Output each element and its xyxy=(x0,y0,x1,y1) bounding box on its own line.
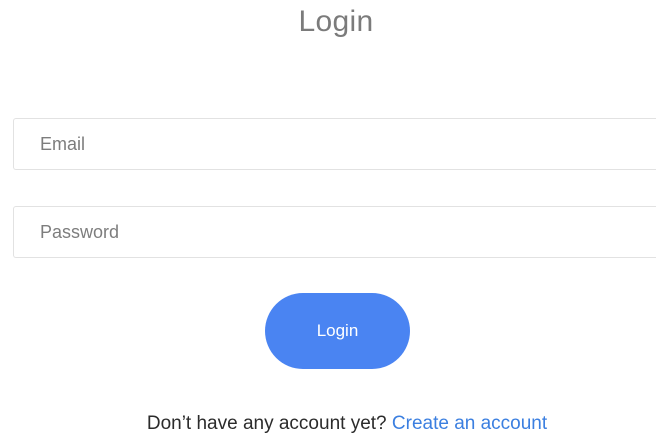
signup-prompt-text: Don’t have any account yet? xyxy=(146,413,387,434)
page-title: Login xyxy=(298,5,374,38)
password-field[interactable] xyxy=(13,206,656,258)
signup-prompt: Don’t have any account yet? Create an ac… xyxy=(0,413,656,435)
login-button[interactable]: Login xyxy=(265,293,410,369)
email-field[interactable] xyxy=(13,118,656,170)
login-page: Login Login Don’t have any account yet? … xyxy=(0,0,656,439)
create-account-link[interactable]: Create an account xyxy=(392,413,547,434)
